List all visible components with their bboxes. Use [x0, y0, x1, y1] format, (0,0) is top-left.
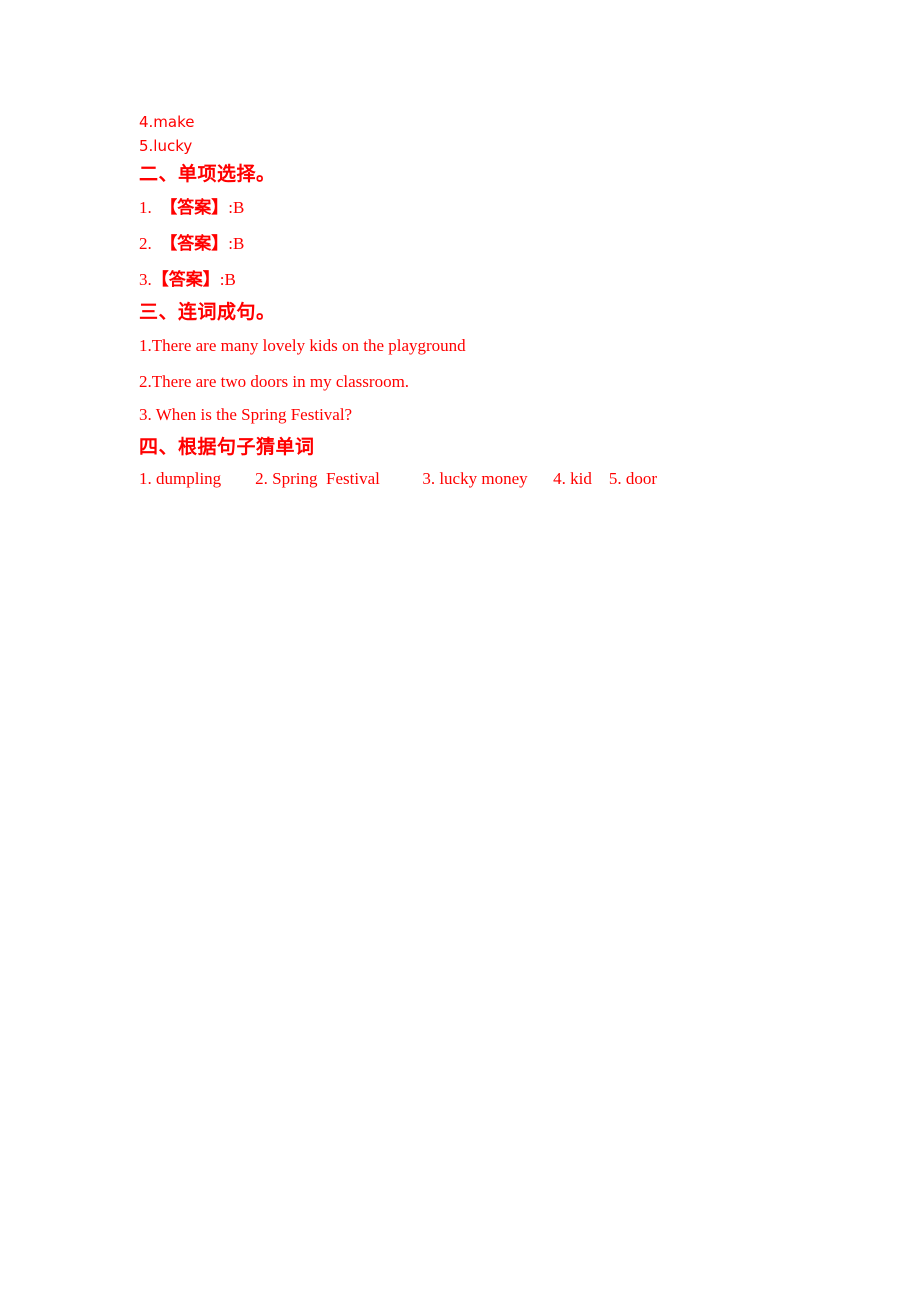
- vocabulary-answer-4: 4.make: [139, 113, 195, 131]
- multiple-choice-answer-1: 1. 【答案】:B: [139, 190, 839, 226]
- section-heading-two: 二、单项选择。: [139, 164, 276, 185]
- vocabulary-answer-5: 5.lucky: [139, 137, 193, 155]
- section-heading-three: 三、连词成句。: [139, 302, 276, 323]
- answer-key-content: 4.make 5.lucky 二、单项选择。 1. 【答案】:B 2. 【答案】…: [139, 110, 839, 496]
- multiple-choice-answer-2: 2. 【答案】:B: [139, 226, 839, 262]
- section-heading-four: 四、根据句子猜单词: [139, 436, 315, 458]
- mc-answer-1-tag: 【答案】: [160, 198, 229, 218]
- mc-answer-2-gap: [152, 234, 161, 253]
- document-page: 4.make 5.lucky 二、单项选择。 1. 【答案】:B 2. 【答案】…: [0, 0, 920, 1302]
- sentence-answer-1: 1.There are many lovely kids on the play…: [139, 336, 466, 355]
- multiple-choice-answer-3: 3.【答案】:B: [139, 262, 839, 298]
- mc-answer-1-number: 1.: [139, 198, 152, 217]
- mc-answer-3-number: 3.: [139, 270, 152, 289]
- multiple-choice-answers-group: 1. 【答案】:B 2. 【答案】:B 3.【答案】:B: [139, 190, 839, 298]
- sentence-answer-3: 3. When is the Spring Festival?: [139, 405, 353, 424]
- mc-answer-1-value: :B: [228, 198, 245, 217]
- mc-answer-3-tag: 【答案】: [151, 270, 220, 290]
- mc-answer-3-value: :B: [219, 270, 236, 289]
- mc-answer-2-number: 2.: [139, 234, 152, 253]
- vocabulary-answers-group: 4.make 5.lucky: [139, 110, 839, 158]
- mc-answer-1-gap: [152, 198, 161, 217]
- word-guess-answer-line: 1. dumpling 2. Spring Festival 3. lucky …: [139, 469, 658, 488]
- mc-answer-2-tag: 【答案】: [160, 234, 229, 254]
- mc-answer-2-value: :B: [228, 234, 245, 253]
- sentence-answers-group: 1.There are many lovely kids on the play…: [139, 328, 839, 430]
- sentence-answer-2: 2.There are two doors in my classroom.: [139, 372, 410, 391]
